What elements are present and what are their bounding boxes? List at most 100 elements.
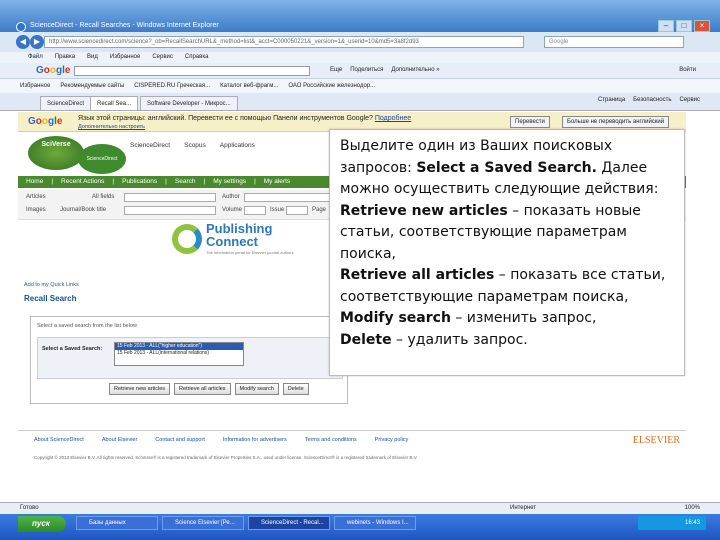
taskbar-item[interactable]: Базы данных [76, 516, 158, 530]
nav-recent-actions[interactable]: Recent Actions [61, 176, 104, 188]
saved-search-item[interactable]: 15 Feb 2013 - ALL(international relation… [115, 350, 243, 357]
gtb-advanced[interactable]: Дополнительно » [391, 67, 439, 73]
all-fields-label: All fields [92, 194, 115, 200]
forward-button[interactable]: ▶ [30, 35, 44, 49]
gtb-share[interactable]: Поделиться [350, 67, 383, 73]
header-links: ScienceDirect Scopus Applications [130, 142, 255, 149]
footer-link[interactable]: Information for advertisers [223, 437, 287, 443]
radio-articles-label[interactable]: Articles [26, 194, 46, 200]
taskbar: пуск Базы данных Science Elsevier [Ре...… [0, 514, 720, 540]
menu-edit[interactable]: Правка [55, 52, 75, 63]
journal-title-input[interactable] [124, 206, 216, 215]
saved-search-label: Select a Saved Search: [42, 346, 103, 352]
translate-button[interactable]: Перевести [510, 116, 550, 128]
favorites-bar: Избранное Рекомендуемые сайты CISPERED.R… [0, 79, 720, 93]
gtb-more[interactable]: Еще [330, 67, 342, 73]
fav-item[interactable]: Избранное [20, 79, 50, 93]
google-logo: Google [36, 65, 71, 76]
header-link[interactable]: ScienceDirect [130, 142, 170, 149]
google-search-input[interactable] [74, 66, 310, 76]
menu-tools[interactable]: Сервис [152, 52, 173, 63]
tool-page[interactable]: Страница [598, 97, 625, 103]
search-input[interactable]: Google [544, 36, 684, 48]
title-bar: ScienceDirect - Recall Searches - Window… [0, 0, 720, 32]
modify-search-button[interactable]: Modify search [234, 383, 279, 395]
menu-help[interactable]: Справка [185, 52, 209, 63]
never-translate-button[interactable]: Больше не переводить английский [562, 116, 670, 128]
retrieve-all-articles-button[interactable]: Retrieve all articles [174, 383, 231, 395]
footer-link[interactable]: Contact and support [155, 437, 205, 443]
taskbar-item[interactable]: Science Elsevier [Ре... [162, 516, 244, 530]
translate-options-link[interactable]: Дополнительно настроить [78, 124, 145, 130]
saved-search-list[interactable]: 15 Feb 2013 - ALL("higher education") 15… [114, 342, 244, 366]
nav-my-settings[interactable]: My settings [213, 176, 246, 188]
address-input[interactable]: http://www.sciencedirect.com/science?_ob… [44, 36, 524, 48]
status-text: Готово [20, 505, 39, 511]
menu-view[interactable]: Вид [87, 52, 98, 63]
security-zone: Интернет [510, 505, 537, 511]
nav-home[interactable]: Home [26, 176, 43, 188]
taskbar-item[interactable]: ScienceDirect - Recal... [248, 516, 330, 530]
add-quick-links-link[interactable]: Add to my Quick Links [24, 282, 79, 288]
publishing-connect-banner[interactable]: Publishing Connect The information portal… [172, 220, 322, 266]
elsevier-logo[interactable]: ELSEVIER [633, 435, 680, 446]
tool-service[interactable]: Сервис [679, 97, 700, 103]
menu-file[interactable]: Файл [28, 52, 43, 63]
copyright: Copyright © 2013 Elsevier B.V. All right… [34, 455, 418, 460]
page-footer: About ScienceDirect About Elsevier Conta… [18, 430, 686, 470]
nav-search[interactable]: Search [175, 176, 196, 188]
fav-item[interactable]: Каталог веб-фрагм... [220, 79, 278, 93]
taskbar-item[interactable]: webinets - Windows I... [334, 516, 416, 530]
author-label: Author [222, 194, 240, 200]
footer-links: About ScienceDirect About Elsevier Conta… [34, 437, 408, 443]
tab-sciencedirect[interactable]: ScienceDirect [40, 96, 92, 110]
action-buttons: Retrieve new articles Retrieve all artic… [109, 383, 309, 395]
signin-link[interactable]: Войти [679, 67, 696, 73]
sciencedirect-logo[interactable]: ScienceDirect [78, 144, 126, 174]
maximize-button[interactable]: □ [676, 20, 692, 32]
nav-my-alerts[interactable]: My alerts [264, 176, 290, 188]
volume-label: Volume [222, 207, 243, 213]
issue-input[interactable] [286, 206, 308, 215]
nav-publications[interactable]: Publications [122, 176, 157, 188]
page-label: Page [312, 207, 327, 213]
fav-item[interactable]: CISPERED.RU Греческая... [134, 79, 210, 93]
all-fields-input[interactable] [124, 193, 216, 202]
footer-link[interactable]: About Elsevier [102, 437, 137, 443]
delete-button[interactable]: Delete [282, 383, 309, 395]
tab-software-developer[interactable]: Software Developer - Микрос... [140, 96, 238, 110]
issue-label: Issue [270, 207, 285, 213]
zoom-level[interactable]: 100% [685, 503, 700, 514]
tool-security[interactable]: Безопасность [633, 97, 671, 103]
footer-link[interactable]: Privacy policy [375, 437, 409, 443]
start-button[interactable]: пуск [18, 516, 66, 532]
saved-search-item[interactable]: 15 Feb 2013 - ALL("higher education") [115, 343, 243, 350]
footer-link[interactable]: About ScienceDirect [34, 437, 84, 443]
fav-item[interactable]: ОАО Российские железнодор... [288, 79, 375, 93]
retrieve-new-articles-button[interactable]: Retrieve new articles [109, 383, 171, 395]
recall-search-panel: Select a saved search from the list belo… [30, 316, 348, 404]
tab-recall-search[interactable]: Recall Sea... [90, 96, 139, 110]
ie-icon [16, 22, 26, 32]
ie-tools: Страница Безопасность Сервис [598, 97, 700, 103]
journal-title-label: Journal/Book title [60, 207, 107, 213]
google-logo-small: Google [28, 116, 63, 127]
menu-favorites[interactable]: Избранное [110, 52, 140, 63]
volume-input[interactable] [244, 206, 266, 215]
translate-more-link[interactable]: Подробнее [375, 115, 411, 122]
fav-item[interactable]: Рекомендуемые сайты [60, 79, 124, 93]
instruction-callout: Выделите один из Ваших поисковых запросо… [329, 129, 685, 376]
author-input[interactable] [244, 193, 340, 202]
google-toolbar-items: Еще Поделиться Дополнительно » [330, 67, 440, 73]
minimize-button[interactable]: – [658, 20, 674, 32]
radio-images-label[interactable]: Images [26, 207, 46, 213]
close-button[interactable]: × [694, 20, 710, 32]
footer-link[interactable]: Terms and conditions [305, 437, 357, 443]
sciverse-logo[interactable]: SciVerse [28, 136, 84, 170]
header-link[interactable]: Scopus [184, 142, 206, 149]
back-button[interactable]: ◀ [16, 35, 30, 49]
address-row: ◀ ▶ http://www.sciencedirect.com/science… [0, 32, 720, 52]
google-toolbar: Google Еще Поделиться Дополнительно » Во… [0, 63, 720, 79]
saved-search-area: Select a Saved Search: 15 Feb 2013 - ALL… [37, 337, 343, 379]
header-link[interactable]: Applications [220, 142, 255, 149]
